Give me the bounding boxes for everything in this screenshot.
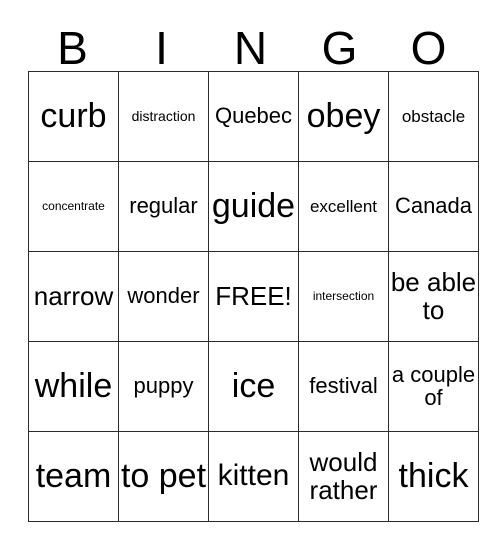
bingo-cell[interactable]: obstacle	[388, 71, 479, 162]
bingo-cell-label: intersection	[312, 289, 375, 304]
bingo-free-cell[interactable]: FREE!	[208, 251, 299, 342]
bingo-header-letter-i: I	[155, 22, 168, 74]
bingo-cell[interactable]: a couple of	[388, 341, 479, 432]
bingo-row: curb distraction Quebec obey obstacle	[28, 71, 479, 162]
bingo-row: narrow wonder FREE! intersection be able…	[28, 251, 479, 342]
bingo-cell-label: distraction	[131, 108, 196, 125]
bingo-card: B I N G O curb distraction Quebec obey o…	[28, 14, 479, 522]
bingo-cell[interactable]: would rather	[298, 431, 389, 522]
bingo-cell-label: would rather	[309, 446, 378, 505]
bingo-cell-label: team	[35, 457, 112, 496]
bingo-cell-label: festival	[309, 373, 378, 399]
bingo-header-cell-g: G	[295, 14, 384, 71]
bingo-cell[interactable]: to pet	[118, 431, 209, 522]
bingo-row: concentrate regular guide excellent Cana…	[28, 161, 479, 252]
bingo-cell[interactable]: curb	[28, 71, 119, 162]
bingo-grid: curb distraction Quebec obey obstacle co…	[28, 71, 479, 522]
bingo-header-letter-g: G	[321, 22, 358, 74]
bingo-cell[interactable]: Canada	[388, 161, 479, 252]
bingo-cell[interactable]: wonder	[118, 251, 209, 342]
bingo-cell[interactable]: distraction	[118, 71, 209, 162]
bingo-cell[interactable]: excellent	[298, 161, 389, 252]
bingo-cell[interactable]: obey	[298, 71, 389, 162]
bingo-header-letter-o: O	[410, 22, 447, 74]
bingo-cell[interactable]: Quebec	[208, 71, 299, 162]
bingo-row: while puppy ice festival a couple of	[28, 341, 479, 432]
bingo-cell-label: regular	[129, 193, 198, 219]
bingo-header-cell-b: B	[28, 14, 117, 71]
bingo-cell-label: excellent	[309, 196, 378, 216]
bingo-cell[interactable]: narrow	[28, 251, 119, 342]
bingo-header-row: B I N G O	[28, 14, 473, 71]
bingo-cell-label: narrow	[33, 281, 114, 312]
bingo-cell-label: obstacle	[401, 106, 466, 126]
bingo-cell-label: kitten	[217, 459, 290, 493]
bingo-cell-label: puppy	[133, 373, 194, 399]
bingo-cell-label: curb	[40, 97, 107, 136]
bingo-header-cell-o: O	[384, 14, 473, 71]
bingo-cell[interactable]: be able to	[388, 251, 479, 342]
bingo-cell[interactable]: thick	[388, 431, 479, 522]
bingo-cell-label: ice	[231, 367, 276, 406]
bingo-cell-label: concentrate	[42, 199, 105, 214]
bingo-header-cell-i: I	[117, 14, 206, 71]
bingo-cell[interactable]: regular	[118, 161, 209, 252]
bingo-cell-label: Quebec	[214, 103, 293, 129]
bingo-cell[interactable]: intersection	[298, 251, 389, 342]
bingo-cell-label: while	[34, 367, 113, 406]
bingo-cell[interactable]: ice	[208, 341, 299, 432]
bingo-cell-label: guide	[211, 187, 296, 226]
bingo-cell-label: to pet	[120, 457, 207, 496]
bingo-cell[interactable]: festival	[298, 341, 389, 432]
bingo-cell-label: be able to	[390, 266, 477, 325]
bingo-cell[interactable]: team	[28, 431, 119, 522]
bingo-header-letter-b: B	[57, 22, 88, 74]
bingo-free-label: FREE!	[215, 281, 292, 312]
bingo-cell[interactable]: puppy	[118, 341, 209, 432]
bingo-cell-label: a couple of	[391, 361, 476, 410]
bingo-cell[interactable]: guide	[208, 161, 299, 252]
bingo-header-letter-n: N	[233, 22, 268, 74]
bingo-cell-label: wonder	[127, 283, 200, 309]
bingo-cell-label: obey	[306, 97, 381, 136]
bingo-row: team to pet kitten would rather thick	[28, 431, 479, 522]
bingo-cell[interactable]: kitten	[208, 431, 299, 522]
bingo-cell-label: Canada	[394, 193, 473, 219]
bingo-header-cell-n: N	[206, 14, 295, 71]
bingo-cell[interactable]: while	[28, 341, 119, 432]
bingo-cell[interactable]: concentrate	[28, 161, 119, 252]
bingo-cell-label: thick	[398, 457, 469, 496]
